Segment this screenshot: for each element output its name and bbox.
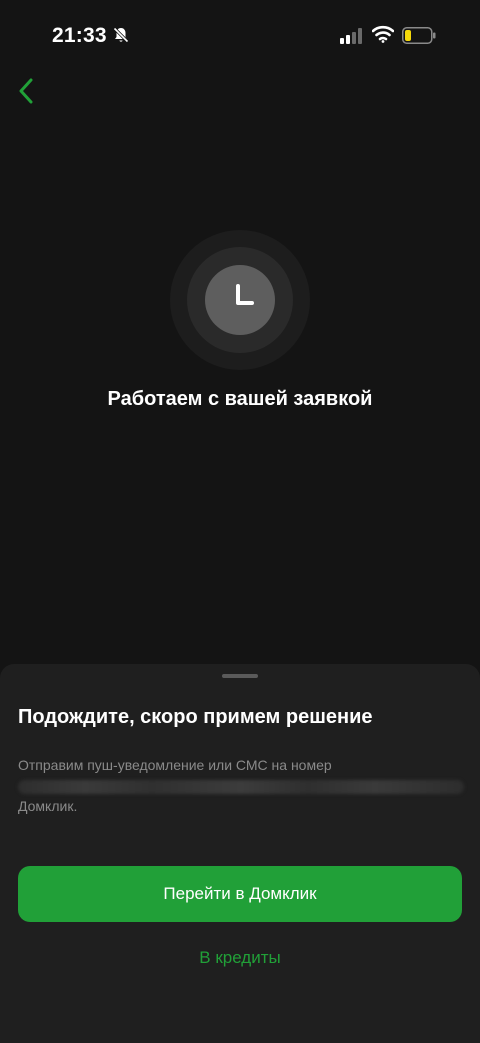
clock-hands [236,284,254,305]
sheet-description-end: Домклик. [18,797,78,814]
status-time: 21:33 [52,24,107,47]
wifi-icon [372,25,394,43]
battery-icon [402,27,436,44]
sheet-grabber[interactable] [222,674,258,678]
bell-slash-icon [113,27,129,43]
screen: 21:33 Работаем с вашей заявкой Подождите… [0,0,480,1043]
sheet-title: Подождите, скоро примем решение [18,706,373,728]
cellular-signal-icon [340,28,362,44]
redacted-phone-number [18,779,464,794]
to-credits-link[interactable]: В кредиты [0,948,480,968]
sheet-description: Отправим пуш-уведомление или СМС на номе… [18,756,464,816]
go-to-domclick-button[interactable]: Перейти в Домклик [18,866,462,922]
back-button[interactable] [12,76,40,106]
status-title: Работаем с вашей заявкой [107,388,373,410]
sheet-description-start: Отправим пуш-уведомление или СМС на номе… [18,757,332,773]
bottom-sheet: Подождите, скоро примем решение Отправим… [0,664,480,1043]
chevron-left-icon [19,78,33,104]
status-bar: 21:33 [0,0,480,70]
